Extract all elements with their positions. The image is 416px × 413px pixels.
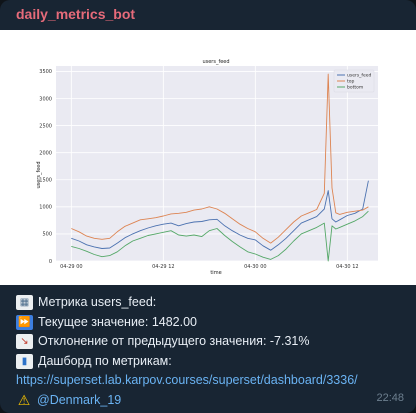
dashboard-line: ▮ Дашборд по метрикам: xyxy=(16,352,406,372)
y-tick-label: 3000 xyxy=(39,96,52,102)
dashboard-link[interactable]: https://superset.lab.karpov.courses/supe… xyxy=(16,371,358,391)
message-text: ▦ Метрика users_feed: ⏩ Текущее значение… xyxy=(16,293,406,410)
current-value-line: ⏩ Текущее значение: 1482.00 xyxy=(16,313,406,333)
fast-forward-emoji-icon: ⏩ xyxy=(16,314,33,330)
metric-name-text: Метрика users_feed: xyxy=(38,295,157,309)
line-chart: users_feed 0500100015002000250030003500 … xyxy=(36,59,378,276)
mention-line: ⚠ @Denmark_19 xyxy=(16,391,406,411)
x-tick-label: 04-30 12 xyxy=(336,264,358,270)
x-tick-label: 04-29 12 xyxy=(152,264,174,270)
chart-decreasing-emoji-icon: ↘ xyxy=(16,334,33,350)
y-tick-label: 0 xyxy=(49,259,52,265)
x-tick-label: 04-29 00 xyxy=(60,264,82,270)
deviation-line: ↘ Отклонение от предыдущего значения: -7… xyxy=(16,332,406,352)
current-value-text: Текущее значение: 1482.00 xyxy=(38,314,198,329)
metric-line: ▦ Метрика users_feed: xyxy=(16,293,406,313)
dashboard-label: Дашборд по метрикам: xyxy=(38,353,172,368)
y-tick-label: 500 xyxy=(42,232,52,238)
y-tick-label: 3500 xyxy=(39,69,52,75)
y-tick-label: 2000 xyxy=(39,150,52,156)
y-tick-label: 2500 xyxy=(39,123,52,129)
message-timestamp: 22:48 xyxy=(376,392,404,404)
user-mention[interactable]: @Denmark_19 xyxy=(37,391,121,411)
warning-emoji-icon: ⚠ xyxy=(17,391,31,408)
chart-emoji-icon: ▦ xyxy=(16,295,33,311)
link-line: https://superset.lab.karpov.courses/supe… xyxy=(16,371,406,391)
x-axis-label: time xyxy=(210,270,221,276)
chart-legend: users_feedtopbottom xyxy=(333,69,375,93)
plot-area xyxy=(56,66,378,261)
deviation-text: Отклонение от предыдущего значения: -7.3… xyxy=(38,334,310,348)
message-bubble: daily_metrics_bot users_feed 0 500 1000 150… xyxy=(0,0,416,413)
y-tick-label: 1000 xyxy=(39,205,52,211)
chart-title: users_feed xyxy=(202,59,229,65)
x-tick-label: 04-30 00 xyxy=(244,264,266,270)
bar-chart-emoji-icon: ▮ xyxy=(16,353,33,369)
x-tick-labels: 04-29 00 04-29 12 04-30 00 04-30 12 xyxy=(60,264,358,270)
legend-label: users_feed xyxy=(347,73,372,79)
y-axis-label: users_feed xyxy=(36,161,42,188)
legend-label: bottom xyxy=(347,85,363,91)
legend-label: top xyxy=(347,79,355,85)
sender-name[interactable]: daily_metrics_bot xyxy=(16,6,135,22)
chart-image[interactable]: users_feed 0 500 1000 1500 2000 2500 3000 3500 … xyxy=(0,30,416,285)
